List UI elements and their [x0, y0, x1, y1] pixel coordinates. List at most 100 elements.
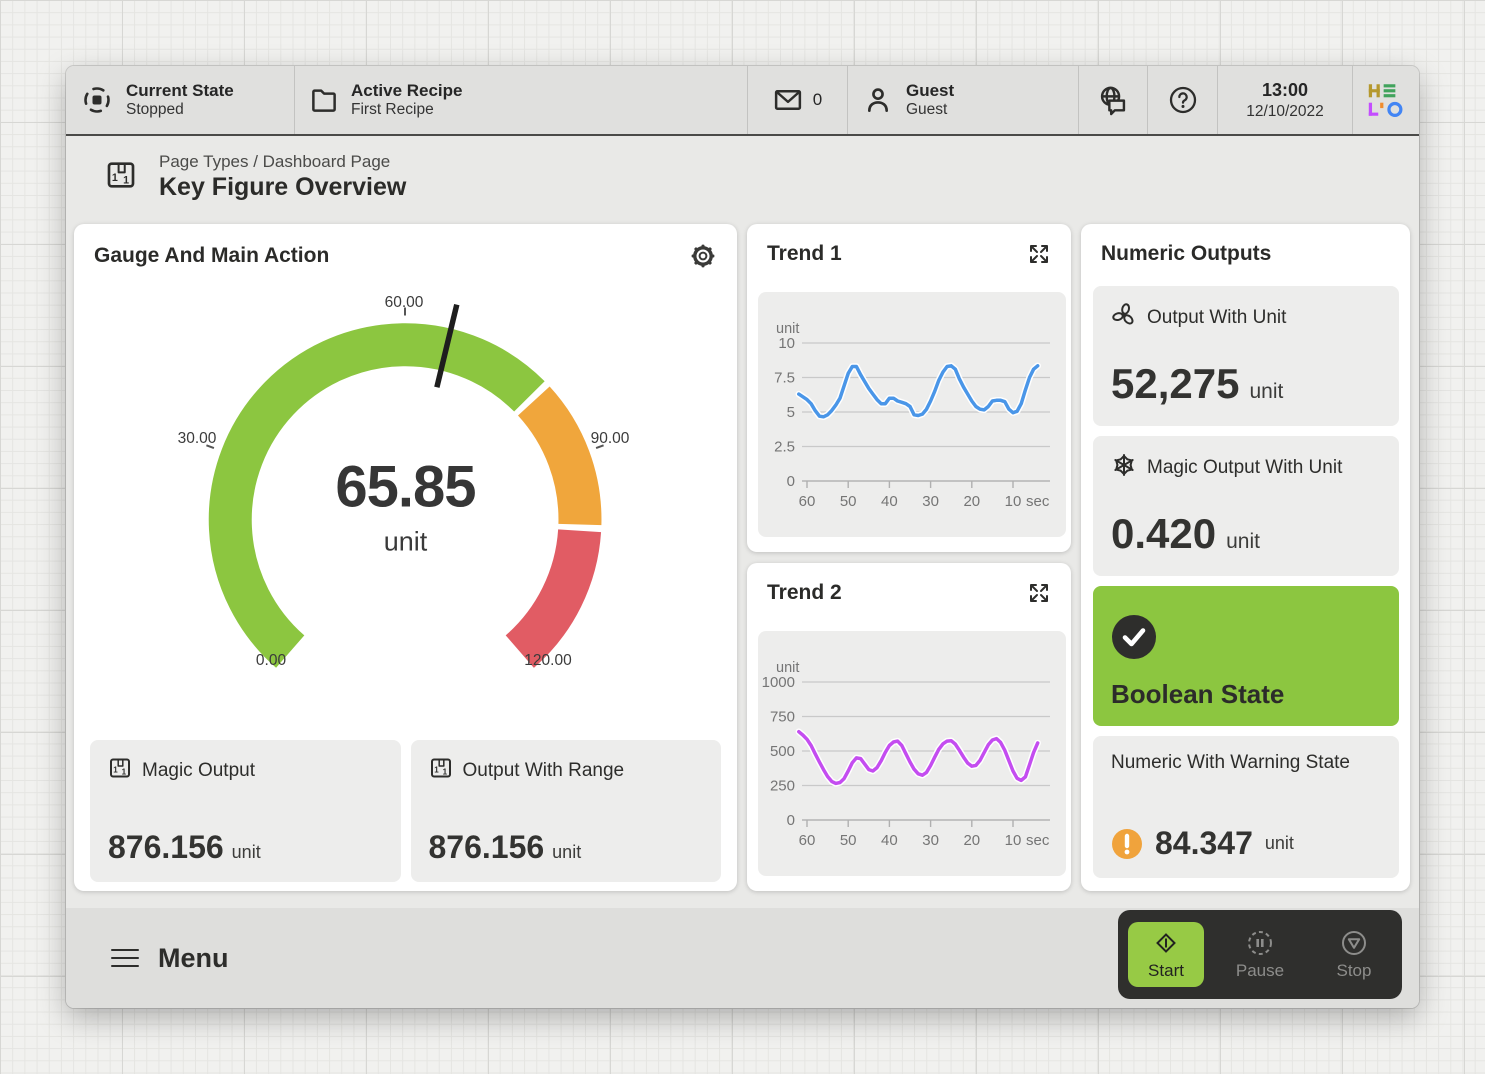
numeric-outputs-title: Numeric Outputs: [1101, 242, 1271, 266]
folder-icon: [309, 85, 339, 115]
svg-text:20: 20: [963, 832, 980, 849]
trend1-chart: unit107.552.50605040302010sec: [758, 292, 1066, 537]
gauge-tick-label: 30.00: [178, 430, 217, 448]
hamburger-icon: [110, 945, 140, 971]
stop-icon: [1339, 928, 1369, 958]
user-icon: [862, 84, 894, 116]
check-circle-icon: [1111, 614, 1157, 660]
app-window: Current State Stopped Active Recipe Firs…: [66, 66, 1419, 1008]
svg-text:60: 60: [799, 832, 816, 849]
svg-text:500: 500: [770, 743, 795, 760]
expand-icon: [1027, 242, 1051, 266]
warning-icon: [1111, 828, 1143, 860]
time-value: 13:00: [1262, 79, 1308, 102]
svg-text:0: 0: [787, 473, 795, 490]
output-with-unit-label: Output With Unit: [1147, 307, 1286, 329]
help-icon: [1167, 84, 1199, 116]
svg-text:1: 1: [113, 766, 118, 775]
gauge-tick-label: 90.00: [591, 430, 630, 448]
user-role: Guest: [906, 101, 954, 119]
user-button[interactable]: Guest Guest: [848, 66, 1079, 134]
active-recipe-button[interactable]: Active Recipe First Recipe: [295, 66, 748, 134]
svg-text:1: 1: [442, 768, 447, 777]
top-status-bar: Current State Stopped Active Recipe Firs…: [66, 66, 1419, 136]
dashboard-page-icon: 1 1: [429, 756, 453, 785]
trend2-chart: unit10007505002500605040302010sec: [758, 631, 1066, 876]
svg-text:1: 1: [112, 172, 118, 184]
magic-output-tile: 1 1 Magic Output 876.156 unit: [90, 740, 401, 882]
menu-label: Menu: [158, 943, 229, 974]
output-with-unit-unit: unit: [1249, 380, 1283, 404]
gauge-card-title: Gauge And Main Action: [94, 244, 329, 268]
svg-text:1: 1: [123, 174, 129, 186]
trend1-card: Trend 1 unit107.552.50605040302010sec: [747, 224, 1071, 552]
svg-text:10: 10: [1005, 832, 1022, 849]
svg-text:20: 20: [963, 493, 980, 510]
trend1-title: Trend 1: [767, 242, 842, 266]
svg-text:sec: sec: [1026, 832, 1050, 849]
numeric-with-warning-label: Numeric With Warning State: [1111, 752, 1350, 774]
svg-text:30: 30: [922, 493, 939, 510]
svg-text:40: 40: [881, 493, 898, 510]
envelope-icon: [773, 85, 803, 115]
fan-icon: [1111, 302, 1137, 333]
current-state-label: Current State: [126, 81, 234, 101]
stop-button[interactable]: Stop: [1316, 922, 1392, 987]
numeric-with-warning-tile: Numeric With Warning State 84.347 unit: [1093, 736, 1399, 878]
menu-button[interactable]: Menu: [110, 943, 229, 974]
svg-text:10: 10: [1005, 493, 1022, 510]
breadcrumb-path: Page Types / Dashboard Page: [159, 152, 406, 172]
start-button[interactable]: Start: [1128, 922, 1204, 987]
svg-text:50: 50: [840, 832, 857, 849]
trend2-card: Trend 2 unit10007505002500605040302010se…: [747, 563, 1071, 891]
pause-icon: [1245, 928, 1275, 958]
svg-text:1000: 1000: [762, 674, 795, 691]
gauge-tick-label: 60.00: [385, 294, 424, 312]
svg-text:250: 250: [770, 778, 795, 795]
expand-icon: [1027, 581, 1051, 605]
language-globe-icon: [1096, 83, 1130, 117]
trend2-expand-button[interactable]: [1027, 581, 1051, 605]
numeric-with-warning-unit: unit: [1265, 833, 1294, 854]
settings-button[interactable]: [689, 242, 717, 270]
help-button[interactable]: [1148, 66, 1218, 134]
gauge-unit: unit: [74, 527, 737, 558]
svg-text:30: 30: [922, 832, 939, 849]
helio-logo-icon: [1367, 78, 1403, 122]
stop-label: Stop: [1337, 961, 1372, 981]
svg-text:2.5: 2.5: [774, 439, 795, 456]
language-button[interactable]: [1079, 66, 1148, 134]
svg-text:1: 1: [434, 766, 439, 775]
svg-text:1: 1: [122, 768, 127, 777]
magic-output-unit: unit: [232, 842, 261, 863]
output-with-unit-tile: Output With Unit 52,275 unit: [1093, 286, 1399, 426]
magic-output-with-unit-label: Magic Output With Unit: [1147, 457, 1342, 479]
pause-label: Pause: [1236, 961, 1284, 981]
messages-button[interactable]: 0: [748, 66, 848, 134]
current-state-display: Current State Stopped: [66, 66, 295, 134]
gauge-tick-label: 0.00: [256, 652, 286, 670]
current-state-value: Stopped: [126, 101, 234, 119]
user-name: Guest: [906, 81, 954, 101]
gauge-chart: 0.0030.0060.0090.00120.00 65.85 unit: [74, 278, 737, 732]
pause-button[interactable]: Pause: [1222, 922, 1298, 987]
gauge-value: 65.85: [74, 454, 737, 521]
trend2-title: Trend 2: [767, 581, 842, 605]
magic-output-value: 876.156: [108, 829, 224, 866]
svg-text:7.5: 7.5: [774, 370, 795, 387]
date-value: 12/10/2022: [1246, 102, 1324, 121]
machine-control-cluster: Start Pause Stop: [1118, 910, 1402, 999]
trend1-expand-button[interactable]: [1027, 242, 1051, 266]
svg-text:750: 750: [770, 709, 795, 726]
numeric-outputs-card: Numeric Outputs Ou: [1081, 224, 1410, 891]
output-with-unit-value: 52,275: [1111, 360, 1239, 408]
output-with-range-unit: unit: [552, 842, 581, 863]
svg-text:0: 0: [787, 812, 795, 829]
magic-output-with-unit-tile: Magic Output With Unit 0.420 unit: [1093, 436, 1399, 576]
magic-output-with-unit-unit: unit: [1226, 530, 1260, 554]
start-label: Start: [1148, 961, 1184, 981]
output-with-range-tile: 1 1 Output With Range 876.156 unit: [411, 740, 722, 882]
desktop-background: { "topbar": { "current_state": { "label"…: [0, 0, 1485, 1074]
gear-icon: [689, 242, 717, 270]
dashboard-page-icon: 1 1: [105, 159, 137, 196]
